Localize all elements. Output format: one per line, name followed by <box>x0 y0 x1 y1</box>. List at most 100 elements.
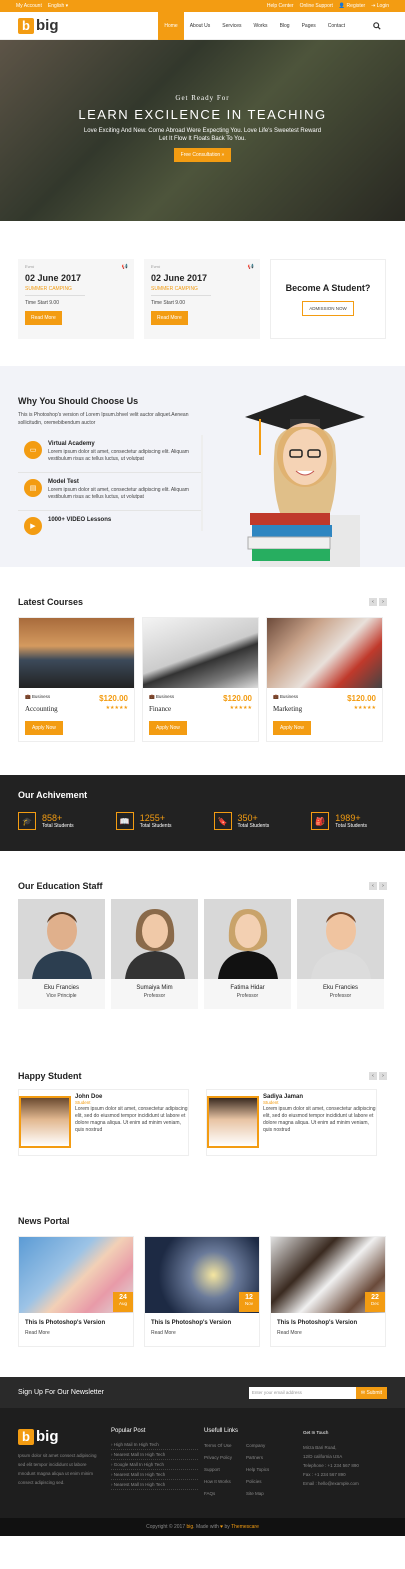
course-name[interactable]: Accounting <box>25 705 58 713</box>
courses-title: Latest Courses <box>18 597 84 607</box>
news-month: Aug <box>118 1301 127 1306</box>
popular-post-link[interactable]: › High Mail In High Tech <box>111 1440 199 1450</box>
free-consultation-button[interactable]: Free Consultation » <box>173 148 232 162</box>
popular-post-link[interactable]: › Nearest Mall In High Tech <box>111 1470 199 1480</box>
footer-link[interactable]: Support <box>204 1464 232 1476</box>
footer-link[interactable]: Partners <box>246 1452 269 1464</box>
student-role: Student <box>263 1100 279 1105</box>
contact-line[interactable]: Email : hello@example.com <box>303 1479 387 1488</box>
course-category-label: Business <box>279 694 299 699</box>
apply-now-button[interactable]: Apply Now <box>149 721 187 735</box>
apply-now-button[interactable]: Apply Now <box>25 721 63 735</box>
chevron-left-icon[interactable]: ‹ <box>369 1072 377 1080</box>
footer-link[interactable]: Privacy Policy <box>204 1452 232 1464</box>
achievement-label: Total Students <box>237 823 270 829</box>
event-read-more-button[interactable]: Read More <box>151 311 188 325</box>
contact-line: Mirza Bari Road, <box>302 1445 337 1450</box>
footer-link[interactable]: Company <box>246 1440 269 1452</box>
copyright-author[interactable]: Themescare <box>231 1524 259 1530</box>
news-read-more[interactable]: Read More <box>277 1330 379 1336</box>
news-date: 22 Dec <box>365 1292 385 1312</box>
logo-mark: b <box>18 1428 34 1445</box>
feature-title: Model Test <box>48 479 79 485</box>
course-category: 💼 Business <box>25 694 51 699</box>
search-icon[interactable] <box>351 12 387 40</box>
why-description: This is Photoshop's version of Lorem Ips… <box>18 412 189 426</box>
menu-services[interactable]: Services <box>216 12 247 40</box>
apply-now-button[interactable]: Apply Now <box>273 721 311 735</box>
course-name[interactable]: Marketing <box>273 705 302 713</box>
newsletter-submit-button[interactable]: ✉ Submit <box>355 1386 387 1399</box>
staff-title: Our Education Staff <box>18 881 103 891</box>
event-read-more-button[interactable]: Read More <box>25 311 62 325</box>
staff-card: Eku Francies Professor <box>297 899 384 1009</box>
popular-post-link[interactable]: › Nearest Mall In High Tech <box>111 1480 199 1490</box>
footer-link[interactable]: Policies <box>246 1476 269 1488</box>
news-read-more[interactable]: Read More <box>151 1330 253 1336</box>
video-icon: ▶ <box>24 517 42 535</box>
news-section: News Portal 24 Aug This Is Photoshop's Ver… <box>0 1186 405 1377</box>
useful-links-heading: Usefull Links <box>204 1428 239 1434</box>
feature-title: Virtual Academy <box>48 441 95 447</box>
staff-photo <box>18 899 105 979</box>
course-name[interactable]: Finance <box>149 705 171 713</box>
login-link[interactable]: ⇥ Login <box>371 3 389 9</box>
footer-link[interactable]: Terms Of Use <box>204 1440 232 1452</box>
menu-pages[interactable]: Pages <box>296 12 322 40</box>
menu-home[interactable]: Home <box>158 11 184 40</box>
popular-post-link[interactable]: › Nearest Mall In High Tech <box>111 1450 199 1460</box>
chevron-right-icon[interactable]: › <box>379 598 387 606</box>
chevron-right-icon[interactable]: › <box>379 1072 387 1080</box>
event-time: Time Start 9.00 <box>151 300 185 306</box>
popular-post-heading: Popular Post <box>111 1428 146 1434</box>
news-read-more[interactable]: Read More <box>25 1330 127 1336</box>
footer-link[interactable]: FAQs <box>204 1488 232 1500</box>
monitor-icon: ▭ <box>24 441 42 459</box>
admission-now-button[interactable]: ADMISSION NOW <box>302 301 354 316</box>
my-account-link[interactable]: My Account <box>16 3 42 9</box>
footer-about: Ipsum dolor sit amet consect adipiscing … <box>18 1453 97 1485</box>
course-category-label: Business <box>31 694 51 699</box>
language-select[interactable]: English ▾ <box>48 3 68 9</box>
footer-link[interactable]: Help Topics <box>246 1464 269 1476</box>
staff-photo <box>204 899 291 979</box>
news-title-link[interactable]: This Is Photoshop's Version <box>277 1320 379 1326</box>
footer: b big Ipsum dolor sit amet consect adipisc… <box>0 1408 405 1518</box>
popular-post-link[interactable]: › Google Mall In High Tech <box>111 1460 199 1470</box>
course-image <box>267 618 382 688</box>
staff-card: Sumaiya Mim Professor <box>111 899 198 1009</box>
menu-contact[interactable]: Contact <box>322 12 351 40</box>
chevron-left-icon[interactable]: ‹ <box>369 598 377 606</box>
copyright-by: by <box>224 1524 230 1530</box>
achievement-value: 350+ <box>237 813 258 823</box>
online-support-link[interactable]: Online Support <box>300 3 333 9</box>
course-card: 💼 Business $120.00 Finance ★★★★★ Apply Now <box>142 617 259 742</box>
logo[interactable]: b big <box>18 17 59 34</box>
menu-about[interactable]: About Us <box>184 12 217 40</box>
footer-link[interactable]: Site Map <box>246 1488 269 1500</box>
news-date: 12 Nov <box>239 1292 259 1312</box>
logo-text: big <box>36 1428 59 1445</box>
document-icon: ▤ <box>24 479 42 497</box>
popular-post-label: Google Mall In High Tech <box>113 1462 164 1467</box>
news-title-link[interactable]: This Is Photoshop's Version <box>151 1320 253 1326</box>
feature-text: Lorem ipsum dolor sit amet, consectetur … <box>48 487 189 500</box>
course-category: 💼 Business <box>273 694 299 699</box>
staff-photo <box>111 899 198 979</box>
star-rating: ★★★★★ <box>229 706 252 711</box>
hero-title: LEARN EXCILENCE IN TEACHING <box>78 107 327 122</box>
achievement-item: 📖 1255+ Total Students <box>115 812 171 830</box>
news-title-link[interactable]: This Is Photoshop's Version <box>25 1320 127 1326</box>
news-card: 12 Nov This Is Photoshop's Version Read Mor… <box>144 1236 260 1347</box>
chevron-left-icon[interactable]: ‹ <box>369 882 377 890</box>
chevron-right-icon[interactable]: › <box>379 882 387 890</box>
newsletter-email-input[interactable]: Enter your email address <box>248 1386 356 1399</box>
event-category: SUMMER CAMPING <box>151 286 211 296</box>
register-link[interactable]: 👤 Register <box>339 3 365 9</box>
popular-post-label: Nearest Mall In High Tech <box>113 1472 166 1477</box>
footer-link[interactable]: How It Works <box>204 1476 232 1488</box>
help-center-link[interactable]: Help Center <box>267 3 294 9</box>
footer-logo[interactable]: b big <box>18 1428 105 1445</box>
menu-works[interactable]: Works <box>247 12 273 40</box>
menu-blog[interactable]: Blog <box>274 12 296 40</box>
